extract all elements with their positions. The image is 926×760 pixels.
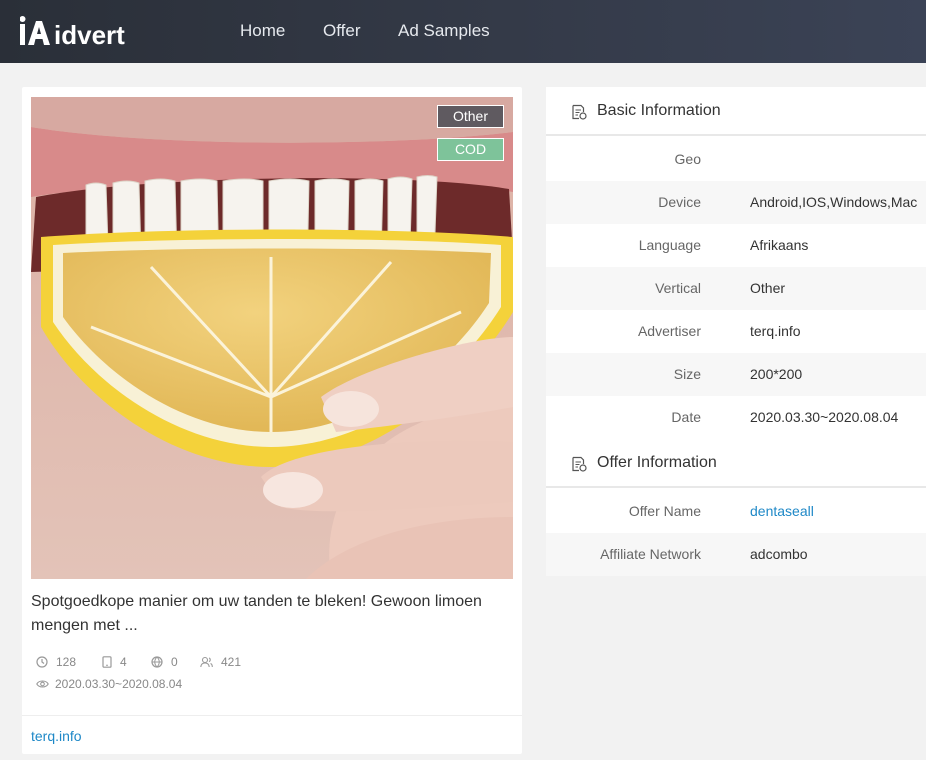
row-value: terq.info bbox=[750, 323, 801, 339]
row-label: Device bbox=[658, 194, 701, 210]
row-label: Vertical bbox=[655, 280, 701, 296]
info-row-advertiser: Advertiser terq.info bbox=[546, 310, 926, 353]
nav-ad-samples[interactable]: Ad Samples bbox=[398, 21, 490, 41]
stat-globe: 0 bbox=[151, 655, 178, 669]
info-row-geo: Geo bbox=[546, 138, 926, 181]
row-label: Date bbox=[671, 409, 701, 425]
basic-info-title: Basic Information bbox=[597, 102, 721, 119]
info-row-affiliate-network: Affiliate Network adcombo bbox=[546, 533, 926, 576]
info-row-vertical: Vertical Other bbox=[546, 267, 926, 310]
info-row-offer-name: Offer Name dentaseall bbox=[546, 490, 926, 533]
phone-icon bbox=[102, 656, 112, 668]
row-label: Size bbox=[673, 366, 701, 382]
offer-name-link[interactable]: dentaseall bbox=[750, 503, 814, 519]
stat-date-value: 2020.03.30~2020.08.04 bbox=[55, 677, 183, 691]
info-row-language: Language Afrikaans bbox=[546, 224, 926, 267]
info-panel: Basic Information Geo Device Android,IOS… bbox=[546, 87, 926, 576]
ad-card: Other COD Spotgoedkope manier om uw tand… bbox=[22, 87, 522, 754]
stat-users: 421 bbox=[200, 655, 241, 669]
tag-cod[interactable]: COD bbox=[437, 138, 504, 161]
offer-info-title: Offer Information bbox=[597, 454, 717, 471]
info-row-size: Size 200*200 bbox=[546, 353, 926, 396]
lemon-smile-illustration bbox=[31, 97, 513, 579]
row-label: Advertiser bbox=[637, 323, 701, 339]
advertiser-link[interactable]: terq.info bbox=[31, 728, 82, 744]
ad-description: Spotgoedkope manier om uw tanden te blek… bbox=[31, 593, 482, 634]
offer-info-header: Offer Information bbox=[546, 439, 926, 488]
globe-icon bbox=[151, 656, 163, 668]
document-icon bbox=[572, 456, 587, 472]
users-icon bbox=[200, 656, 213, 668]
row-value: 200*200 bbox=[750, 366, 803, 382]
row-value: Afrikaans bbox=[750, 237, 809, 253]
document-icon bbox=[572, 104, 587, 120]
row-value: Android,IOS,Windows,Mac bbox=[750, 194, 918, 210]
row-label: Geo bbox=[674, 151, 701, 167]
row-value: adcombo bbox=[750, 546, 808, 562]
row-label: Language bbox=[638, 237, 701, 253]
logo-text: idvert bbox=[54, 20, 125, 49]
top-navbar: idvert Home Offer Ad Samples bbox=[0, 0, 926, 63]
row-label: Affiliate Network bbox=[600, 546, 701, 562]
ad-creative-image[interactable]: Other COD bbox=[31, 97, 513, 579]
eye-icon bbox=[36, 680, 49, 688]
stat-clock-value: 128 bbox=[56, 655, 77, 669]
row-value: 2020.03.30~2020.08.04 bbox=[750, 409, 899, 425]
nav-offer[interactable]: Offer bbox=[323, 21, 360, 41]
clock-icon bbox=[36, 656, 48, 668]
row-label: Offer Name bbox=[628, 503, 701, 519]
stat-date: 2020.03.30~2020.08.04 bbox=[36, 677, 182, 691]
stat-users-value: 421 bbox=[221, 655, 242, 669]
card-divider bbox=[22, 715, 522, 716]
stat-device-value: 4 bbox=[120, 655, 127, 669]
stat-globe-value: 0 bbox=[171, 655, 178, 669]
info-row-device: Device Android,IOS,Windows,Mac bbox=[546, 181, 926, 224]
stat-clock: 128 bbox=[36, 655, 76, 669]
stat-device: 4 bbox=[102, 655, 127, 669]
nav-home[interactable]: Home bbox=[240, 21, 285, 41]
info-row-date: Date 2020.03.30~2020.08.04 bbox=[546, 396, 926, 439]
logo-icon: idvert bbox=[20, 16, 125, 49]
tag-other[interactable]: Other bbox=[437, 105, 504, 128]
logo[interactable]: idvert bbox=[20, 15, 140, 49]
basic-info-header: Basic Information bbox=[546, 87, 926, 136]
row-value: Other bbox=[750, 280, 786, 296]
